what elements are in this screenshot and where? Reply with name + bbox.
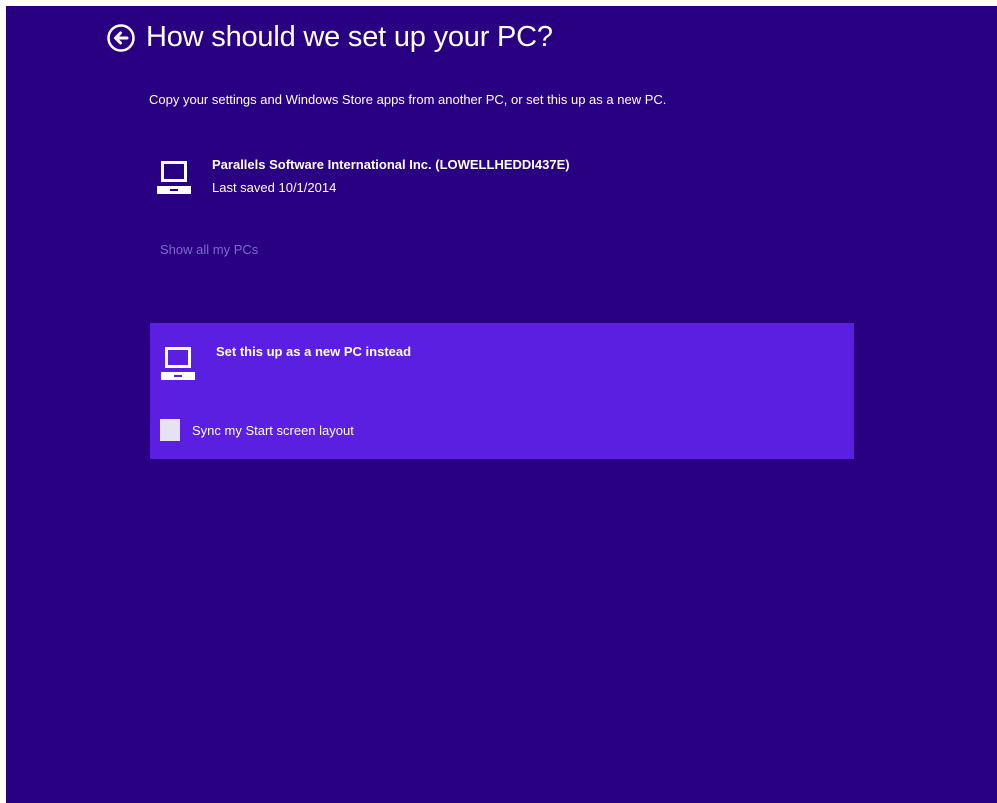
sync-start-screen-label: Sync my Start screen layout: [192, 422, 354, 438]
pc-name: Parallels Software International Inc. (L…: [212, 157, 570, 172]
page-subtitle: Copy your settings and Windows Store app…: [149, 92, 667, 107]
setup-screen: How should we set up your PC? Copy your …: [6, 6, 997, 803]
show-all-pcs-link[interactable]: Show all my PCs: [160, 242, 258, 257]
page-title: How should we set up your PC?: [146, 21, 553, 53]
laptop-icon: [157, 161, 191, 194]
laptop-icon: [161, 347, 195, 380]
pc-last-saved: Last saved 10/1/2014: [212, 180, 337, 195]
new-pc-panel: Set this up as a new PC instead Sync my …: [150, 323, 854, 459]
new-pc-label: Set this up as a new PC instead: [216, 344, 412, 359]
sync-start-screen-option[interactable]: Sync my Start screen layout: [160, 419, 354, 441]
header: How should we set up your PC?: [106, 21, 553, 54]
new-pc-option[interactable]: Set this up as a new PC instead: [160, 337, 411, 385]
back-button[interactable]: [106, 23, 136, 53]
existing-pc-text: Parallels Software International Inc. (L…: [212, 157, 570, 195]
sync-start-screen-checkbox[interactable]: [160, 419, 180, 441]
existing-pc-option[interactable]: Parallels Software International Inc. (L…: [156, 151, 676, 211]
back-arrow-circle-icon: [107, 23, 135, 52]
